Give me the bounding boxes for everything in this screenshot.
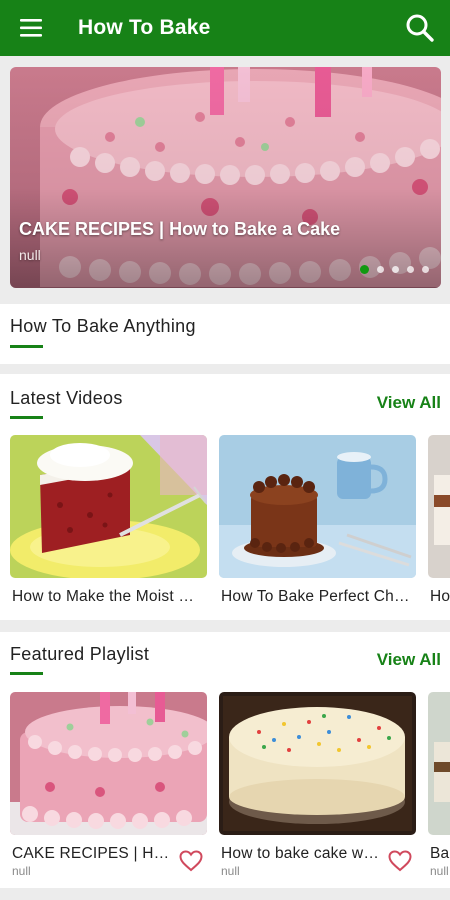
video-thumbnail (219, 435, 416, 578)
section-underline (10, 345, 43, 348)
chocolate-cake-image (219, 435, 416, 578)
cake-image (428, 435, 450, 578)
playlist-thumbnail (428, 692, 450, 835)
carousel-dot[interactable] (392, 266, 399, 273)
search-icon (406, 14, 434, 42)
menu-button[interactable] (0, 0, 64, 56)
latest-view-all-link[interactable]: View All (377, 393, 441, 413)
pink-cake-image (10, 692, 207, 835)
hero-subtitle: null (19, 247, 41, 263)
app-title: How To Bake (78, 16, 211, 39)
heart-icon[interactable] (179, 850, 203, 872)
video-title: How To Bake Perfect Chocolate Cake (221, 588, 411, 605)
featured-playlist-list: CAKE RECIPES | How to Bake a Cake null (10, 692, 450, 878)
playlist-thumbnail (10, 692, 207, 835)
video-thumbnail (428, 435, 450, 578)
carousel-dot[interactable] (407, 266, 414, 273)
playlist-card[interactable]: Baking Basics null (428, 692, 450, 878)
sprinkle-cake-image (219, 692, 416, 835)
latest-videos-section: Latest Videos View All How to Make the M… (0, 374, 450, 620)
latest-videos-title: Latest Videos (10, 388, 123, 408)
video-title: How to Bake (430, 588, 450, 605)
how-to-title: How To Bake Anything (10, 316, 196, 336)
video-title: How to Make the Moist Red Velvet Cake (12, 588, 202, 605)
red-velvet-cake-image (10, 435, 207, 578)
carousel-indicator[interactable] (360, 265, 429, 274)
heart-icon[interactable] (388, 850, 412, 872)
carousel-dot[interactable] (422, 266, 429, 273)
featured-playlist-section: Featured Playlist View All CAKE RECIPES … (0, 632, 450, 888)
video-card[interactable]: How to Bake (428, 435, 450, 606)
featured-playlist-title: Featured Playlist (10, 644, 150, 664)
playlist-card[interactable]: CAKE RECIPES | How to Bake a Cake null (10, 692, 207, 878)
carousel-dot[interactable] (377, 266, 384, 273)
section-underline (10, 672, 43, 675)
playlist-title: CAKE RECIPES | How to Bake a Cake (12, 845, 172, 862)
video-card[interactable]: How To Bake Perfect Chocolate Cake (219, 435, 416, 606)
playlist-subtitle: null (430, 864, 449, 878)
playlist-subtitle: null (12, 864, 31, 878)
latest-videos-list: How to Make the Moist Red Velvet Cake (10, 435, 450, 606)
playlist-title: Baking Basics (430, 845, 450, 862)
carousel-dot-active[interactable] (360, 265, 369, 274)
menu-icon (20, 19, 42, 37)
cake-image (428, 692, 450, 835)
playlist-thumbnail (219, 692, 416, 835)
hero-cake-image (10, 67, 441, 288)
playlist-card[interactable]: How to bake cake without oven null (219, 692, 416, 878)
playlist-subtitle: null (221, 864, 240, 878)
hero-banner[interactable]: CAKE RECIPES | How to Bake a Cake null (10, 67, 441, 288)
playlist-title: How to bake cake without oven (221, 845, 381, 862)
hero-title: CAKE RECIPES | How to Bake a Cake (19, 219, 341, 239)
video-thumbnail (10, 435, 207, 578)
app-bar: How To Bake (0, 0, 450, 56)
video-card[interactable]: How to Make the Moist Red Velvet Cake (10, 435, 207, 606)
featured-view-all-link[interactable]: View All (377, 650, 441, 670)
how-to-section[interactable]: How To Bake Anything (0, 304, 450, 364)
section-underline (10, 416, 43, 419)
search-button[interactable] (404, 12, 436, 44)
